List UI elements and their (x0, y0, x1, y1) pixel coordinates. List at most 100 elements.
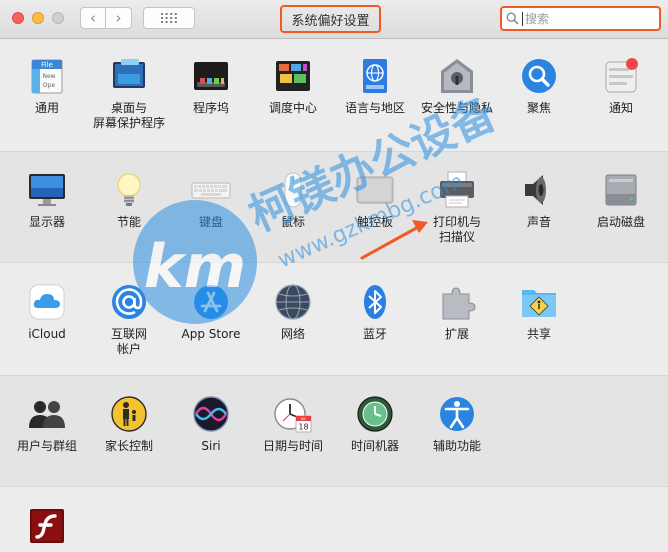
sound-icon (525, 175, 546, 205)
pref-label: 显示器 (28, 215, 65, 229)
pref-notifications[interactable]: 通知 (580, 56, 662, 116)
pref-dock[interactable]: 程序坞 (170, 56, 252, 116)
mission-control-icon (276, 61, 310, 91)
pref-label: 节能 (116, 215, 141, 229)
pref-internet-accounts[interactable]: 互联网 帐户 (88, 282, 170, 356)
pref-general[interactable]: File New Ope 通用 (6, 56, 88, 116)
pref-label: 桌面与 (110, 101, 147, 115)
pref-keyboard[interactable]: 键盘 (170, 170, 252, 230)
parental-controls-icon (111, 396, 147, 432)
forward-button[interactable]: › (106, 7, 132, 29)
grid-icon (161, 13, 177, 23)
bluetooth-icon (364, 285, 386, 319)
pref-energy-saver[interactable]: 节能 (88, 170, 170, 230)
pref-label: 触控板 (356, 215, 393, 229)
search-icon (506, 12, 519, 25)
pref-printers-scanners[interactable]: 打印机与 扫描仪 (416, 170, 498, 244)
pref-label: 通知 (608, 101, 633, 115)
energy-saver-icon (117, 173, 141, 206)
search-field[interactable] (500, 6, 661, 31)
pref-date-time[interactable]: JUL 18 日期与时间 (252, 394, 334, 454)
pref-sound[interactable]: 声音 (498, 170, 580, 230)
pref-label: Siri (201, 439, 221, 453)
title-bar: ‹ › 系统偏好设置 (0, 0, 668, 39)
pref-label: 网络 (280, 327, 305, 341)
siri-icon (193, 396, 229, 432)
extensions-icon (442, 287, 476, 320)
show-all-button[interactable] (143, 7, 195, 29)
minimize-button[interactable] (32, 12, 44, 24)
sharing-icon (522, 290, 556, 317)
pref-mission-control[interactable]: 调度中心 (252, 56, 334, 116)
back-button[interactable]: ‹ (80, 7, 106, 29)
pref-bluetooth[interactable]: 蓝牙 (334, 282, 416, 342)
close-button[interactable] (12, 12, 24, 24)
pref-flash-player[interactable] (6, 506, 88, 551)
general-icon: File New Ope (31, 59, 63, 94)
users-groups-icon (29, 401, 65, 428)
pref-label: 聚焦 (526, 101, 551, 115)
pref-label-line2: 帐户 (116, 342, 141, 356)
pref-app-store[interactable]: App Store (170, 282, 252, 342)
pref-displays[interactable]: 显示器 (6, 170, 88, 230)
pref-icloud[interactable]: iCloud (6, 282, 88, 342)
pref-users-groups[interactable]: 用户与群组 (6, 394, 88, 454)
pref-label: 语言与地区 (344, 101, 405, 115)
pref-label: 蓝牙 (362, 327, 387, 341)
printers-scanners-icon (440, 171, 474, 208)
pref-trackpad[interactable]: 触控板 (334, 170, 416, 230)
network-icon (275, 284, 311, 320)
pref-label: 互联网 (110, 327, 147, 341)
pref-parental-controls[interactable]: 家长控制 (88, 394, 170, 454)
pref-label: 扩展 (444, 327, 469, 341)
pref-network[interactable]: 网络 (252, 282, 334, 342)
flash-player-icon (30, 509, 64, 543)
displays-icon (29, 174, 65, 206)
pref-label: 鼠标 (280, 215, 305, 229)
date-time-icon: JUL 18 (274, 398, 312, 433)
pref-label: 调度中心 (268, 101, 317, 115)
accessibility-icon (440, 397, 474, 431)
desktop-screensaver-icon (113, 59, 145, 88)
notifications-icon (605, 58, 638, 93)
chevron-right-icon: › (115, 8, 122, 27)
pref-accessibility[interactable]: 辅助功能 (416, 394, 498, 454)
window-title: 系统偏好设置 (280, 5, 381, 33)
pref-siri[interactable]: Siri (170, 394, 252, 454)
icloud-icon (29, 284, 65, 320)
pref-startup-disk[interactable]: 启动磁盘 (580, 170, 662, 230)
pref-label-line2: 扫描仪 (438, 230, 475, 244)
pref-label: 程序坞 (192, 101, 229, 115)
pref-label: 共享 (526, 327, 551, 341)
pref-label: 安全性与隐私 (420, 101, 493, 115)
pref-spotlight[interactable]: 聚焦 (498, 56, 580, 116)
pref-label: 键盘 (198, 215, 223, 229)
pref-label: 辅助功能 (432, 439, 481, 453)
pref-label: 通用 (34, 101, 59, 115)
pref-label: 家长控制 (104, 439, 153, 453)
pref-language-region[interactable]: 语言与地区 (334, 56, 416, 116)
pref-label: 声音 (526, 215, 551, 229)
pref-security-privacy[interactable]: 安全性与隐私 (416, 56, 498, 116)
zoom-button[interactable] (52, 12, 64, 24)
calendar-month-text: JUL (300, 417, 307, 421)
pref-sharing[interactable]: 共享 (498, 282, 580, 342)
pref-label: 打印机与 (432, 215, 481, 229)
pref-label: iCloud (28, 327, 66, 341)
pref-label-line2: 屏幕保护程序 (92, 116, 165, 130)
pref-time-machine[interactable]: 时间机器 (334, 394, 416, 454)
language-region-icon (363, 59, 387, 93)
security-privacy-icon (441, 59, 473, 93)
pref-mouse[interactable]: 鼠标 (252, 170, 334, 230)
keyboard-icon (191, 182, 231, 199)
mouse-icon (284, 172, 302, 208)
app-store-icon (194, 285, 228, 319)
pref-desktop-screensaver[interactable]: 桌面与 屏幕保护程序 (88, 56, 170, 130)
general-file-text: File (41, 61, 53, 69)
search-input[interactable] (522, 11, 655, 26)
pref-label: 时间机器 (350, 439, 399, 453)
trackpad-icon (356, 176, 394, 204)
pref-label: 日期与时间 (262, 439, 323, 453)
general-new-text: New (42, 73, 55, 80)
pref-extensions[interactable]: 扩展 (416, 282, 498, 342)
